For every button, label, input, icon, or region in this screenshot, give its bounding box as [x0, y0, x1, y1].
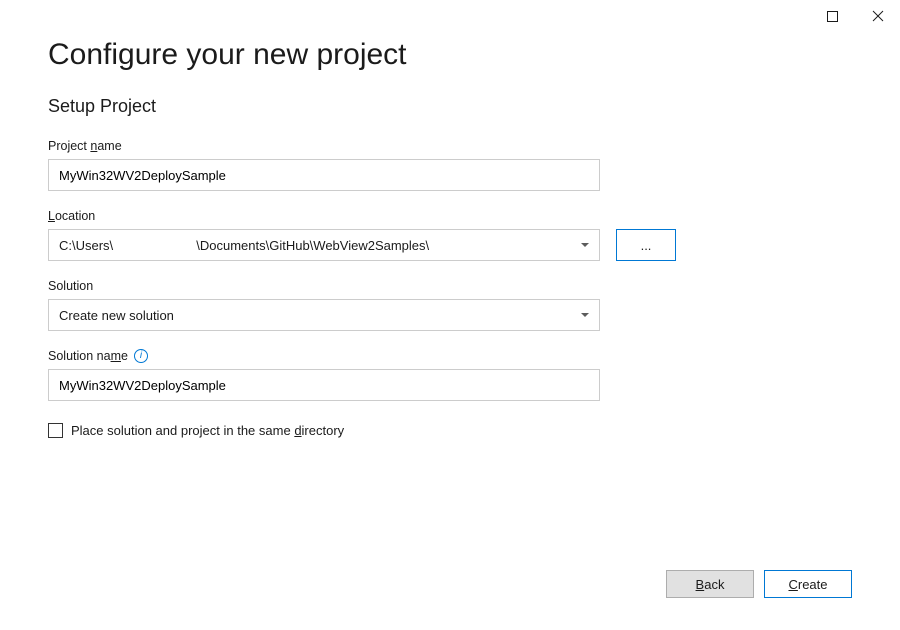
ellipsis-icon: ... — [641, 238, 652, 253]
titlebar — [0, 0, 900, 30]
same-directory-row: Place solution and project in the same d… — [48, 423, 852, 438]
location-label: Location — [48, 209, 852, 223]
page-title: Configure your new project — [48, 38, 852, 72]
project-type-title: Setup Project — [48, 96, 852, 117]
back-button[interactable]: Back — [666, 570, 754, 598]
info-icon[interactable]: i — [134, 349, 148, 363]
maximize-button[interactable] — [818, 6, 846, 26]
location-combo[interactable]: C:\Users\ \Documents\GitHub\WebView2Samp… — [48, 229, 600, 261]
close-button[interactable] — [864, 6, 892, 26]
project-name-label: Project name — [48, 139, 852, 153]
chevron-down-icon — [581, 243, 589, 247]
same-directory-label: Place solution and project in the same d… — [71, 423, 344, 438]
chevron-down-icon — [581, 313, 589, 317]
dialog-footer: Back Create — [666, 570, 852, 598]
solution-combo[interactable]: Create new solution — [48, 299, 600, 331]
solution-name-input[interactable] — [48, 369, 600, 401]
same-directory-checkbox[interactable] — [48, 423, 63, 438]
dialog-content: Configure your new project Setup Project… — [0, 30, 900, 438]
location-field: Location C:\Users\ \Documents\GitHub\Web… — [48, 209, 852, 261]
create-button[interactable]: Create — [764, 570, 852, 598]
solution-field: Solution Create new solution — [48, 279, 852, 331]
project-name-input[interactable] — [48, 159, 600, 191]
browse-button[interactable]: ... — [616, 229, 676, 261]
maximize-icon — [827, 11, 838, 22]
solution-name-label: Solution name i — [48, 349, 852, 363]
solution-value: Create new solution — [59, 308, 174, 323]
close-icon — [872, 10, 884, 22]
solution-label: Solution — [48, 279, 852, 293]
solution-name-field: Solution name i — [48, 349, 852, 401]
location-value: C:\Users\ \Documents\GitHub\WebView2Samp… — [59, 238, 429, 253]
project-name-field: Project name — [48, 139, 852, 191]
